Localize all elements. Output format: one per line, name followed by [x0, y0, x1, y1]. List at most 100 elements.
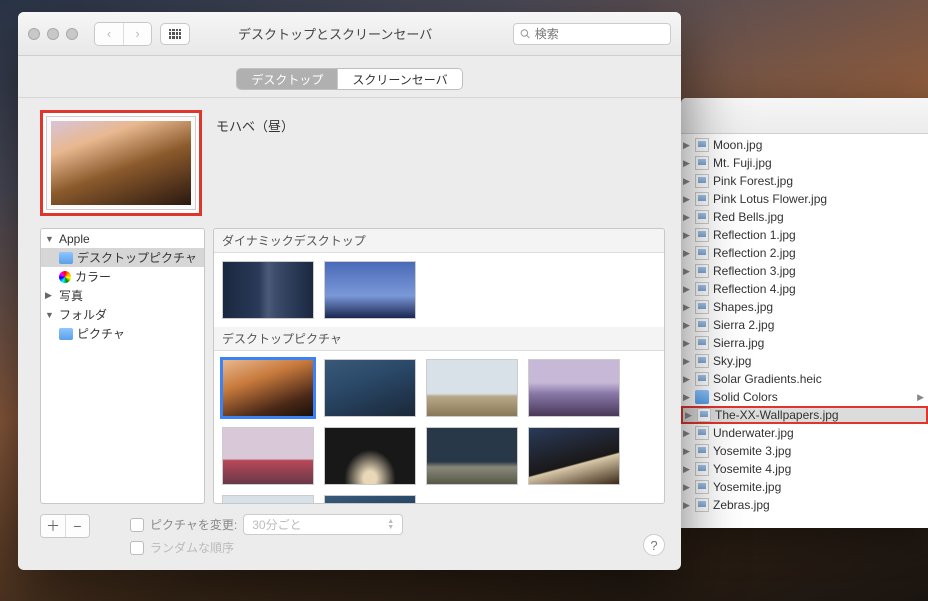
current-wallpaper-preview — [40, 110, 202, 216]
wallpaper-thumb[interactable] — [528, 359, 620, 417]
wallpaper-thumb[interactable] — [222, 427, 314, 485]
wallpaper-thumb[interactable] — [222, 359, 314, 417]
change-picture-row: ピクチャを変更: 30分ごと ▲▼ — [130, 514, 403, 535]
interval-select[interactable]: 30分ごと ▲▼ — [243, 514, 403, 535]
search-input[interactable] — [535, 27, 664, 41]
wallpaper-thumb[interactable] — [528, 427, 620, 485]
wallpaper-thumb[interactable] — [222, 495, 314, 504]
file-row[interactable]: ▶Yosemite 3.jpg — [681, 442, 928, 460]
finder-file-list[interactable]: ▶Moon.jpg▶Mt. Fuji.jpg▶Pink Forest.jpg▶P… — [681, 134, 928, 516]
wallpaper-thumb[interactable] — [324, 261, 416, 319]
window-title: デスクトップとスクリーンセーバ — [238, 24, 432, 43]
file-row[interactable]: ▶Pink Lotus Flower.jpg — [681, 190, 928, 208]
source-sidebar[interactable]: ▼Apple デスクトップピクチャ カラー ▶写真 ▼フォルダ ピクチャ — [40, 228, 205, 504]
wallpaper-thumb[interactable] — [222, 261, 314, 319]
chevron-right-icon: ▶ — [914, 392, 924, 403]
image-file-icon — [695, 264, 709, 278]
random-order-checkbox — [130, 541, 144, 555]
finder-toolbar — [681, 98, 928, 134]
file-name: Reflection 4.jpg — [713, 282, 796, 296]
chevron-updown-icon: ▲▼ — [387, 519, 394, 531]
file-row[interactable]: ▶Sierra 2.jpg — [681, 316, 928, 334]
file-row[interactable]: ▶Mt. Fuji.jpg — [681, 154, 928, 172]
sidebar-group-apple[interactable]: ▼Apple — [41, 229, 204, 248]
sidebar-group-photos[interactable]: ▶写真 — [41, 286, 204, 305]
disclosure-arrow-icon: ▶ — [683, 482, 693, 493]
sidebar-item-pictures[interactable]: ピクチャ — [41, 324, 204, 343]
file-row[interactable]: ▶Yosemite 4.jpg — [681, 460, 928, 478]
file-row[interactable]: ▶Red Bells.jpg — [681, 208, 928, 226]
file-row[interactable]: ▶Underwater.jpg — [681, 424, 928, 442]
disclosure-arrow-icon: ▶ — [683, 176, 693, 187]
sidebar-group-folders[interactable]: ▼フォルダ — [41, 305, 204, 324]
file-name: Shapes.jpg — [713, 300, 773, 314]
system-preferences-window: ‹ › デスクトップとスクリーンセーバ デスクトップ スクリーンセーバ モハベ（… — [18, 12, 681, 570]
image-file-icon — [695, 354, 709, 368]
disclosure-arrow-icon: ▶ — [683, 302, 693, 313]
file-row[interactable]: ▶Sky.jpg — [681, 352, 928, 370]
folder-icon — [59, 252, 73, 264]
file-row[interactable]: ▶Reflection 1.jpg — [681, 226, 928, 244]
window-controls[interactable] — [28, 28, 78, 40]
image-file-icon — [697, 408, 711, 422]
search-field[interactable] — [513, 23, 671, 45]
file-row[interactable]: ▶Sierra.jpg — [681, 334, 928, 352]
file-name: Reflection 3.jpg — [713, 264, 796, 278]
image-file-icon — [695, 444, 709, 458]
file-row[interactable]: ▶Moon.jpg — [681, 136, 928, 154]
file-row[interactable]: ▶Yosemite.jpg — [681, 478, 928, 496]
remove-source-button[interactable]: − — [65, 515, 89, 537]
file-row[interactable]: ▶Pink Forest.jpg — [681, 172, 928, 190]
minimize-button[interactable] — [47, 28, 59, 40]
disclosure-arrow-icon: ▶ — [685, 410, 695, 421]
section-dynamic: ダイナミックデスクトップ — [214, 229, 664, 253]
disclosure-arrow-icon: ▶ — [683, 500, 693, 511]
change-picture-label: ピクチャを変更: — [150, 516, 237, 533]
sidebar-item-colors[interactable]: カラー — [41, 267, 204, 286]
file-row[interactable]: ▶Zebras.jpg — [681, 496, 928, 514]
search-icon — [520, 28, 531, 40]
tab-desktop[interactable]: デスクトップ — [237, 69, 337, 89]
image-file-icon — [695, 498, 709, 512]
current-wallpaper-name: モハベ（昼） — [216, 110, 294, 135]
disclosure-arrow-icon: ▶ — [683, 284, 693, 295]
file-name: Underwater.jpg — [713, 426, 794, 440]
disclosure-arrow-icon: ▶ — [683, 446, 693, 457]
disclosure-arrow-icon: ▶ — [683, 140, 693, 151]
file-row[interactable]: ▶Reflection 3.jpg — [681, 262, 928, 280]
wallpaper-thumb[interactable] — [324, 495, 416, 504]
wallpaper-thumb[interactable] — [324, 427, 416, 485]
help-button[interactable]: ? — [643, 534, 665, 556]
image-file-icon — [695, 462, 709, 476]
image-file-icon — [695, 210, 709, 224]
zoom-button[interactable] — [66, 28, 78, 40]
show-all-button[interactable] — [160, 23, 190, 45]
image-file-icon — [695, 156, 709, 170]
close-button[interactable] — [28, 28, 40, 40]
back-button[interactable]: ‹ — [95, 23, 123, 45]
file-name: The-XX-Wallpapers.jpg — [715, 408, 839, 422]
wallpaper-thumbnail — [51, 121, 191, 205]
disclosure-arrow-icon: ▶ — [683, 194, 693, 205]
file-name: Yosemite 4.jpg — [713, 462, 791, 476]
change-picture-checkbox[interactable] — [130, 518, 144, 532]
wallpaper-thumb[interactable] — [426, 427, 518, 485]
tab-screensaver[interactable]: スクリーンセーバ — [337, 69, 461, 89]
file-row[interactable]: ▶Solar Gradients.heic — [681, 370, 928, 388]
image-file-icon — [695, 138, 709, 152]
file-row[interactable]: ▶ The-XX-Wallpapers.jpg — [681, 406, 928, 424]
forward-button[interactable]: › — [123, 23, 151, 45]
file-row[interactable]: ▶ Shapes.jpg — [681, 298, 928, 316]
file-row[interactable]: ▶ Reflection 4.jpg — [681, 280, 928, 298]
add-remove-source: ＋ − — [40, 514, 90, 538]
add-source-button[interactable]: ＋ — [41, 515, 65, 537]
file-row[interactable]: ▶Solid Colors▶ — [681, 388, 928, 406]
folder-icon — [59, 328, 73, 340]
sidebar-item-desktop-pictures[interactable]: デスクトップピクチャ — [41, 248, 204, 267]
file-name: Sierra.jpg — [713, 336, 764, 350]
file-name: Red Bells.jpg — [713, 210, 784, 224]
disclosure-arrow-icon: ▶ — [683, 374, 693, 385]
wallpaper-thumb[interactable] — [426, 359, 518, 417]
file-row[interactable]: ▶Reflection 2.jpg — [681, 244, 928, 262]
wallpaper-thumb[interactable] — [324, 359, 416, 417]
